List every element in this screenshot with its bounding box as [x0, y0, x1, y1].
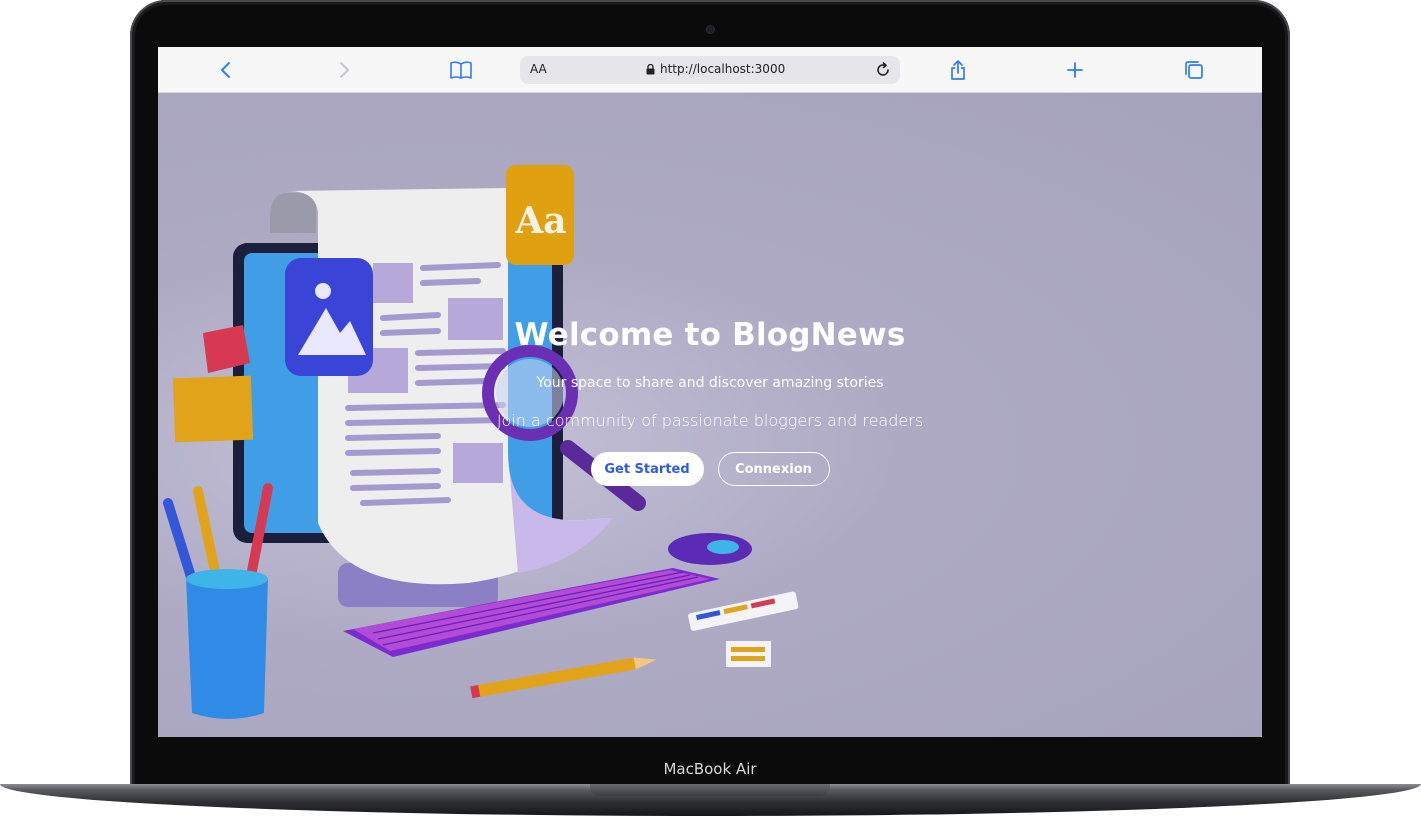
lock-icon — [646, 63, 655, 74]
address-bar[interactable]: AA http://localhost:3000 — [520, 56, 900, 84]
reload-icon — [877, 62, 889, 76]
new-tab-button[interactable] — [1060, 55, 1090, 85]
reload-button[interactable] — [872, 59, 894, 81]
bookmarks-button[interactable] — [446, 55, 476, 85]
chevron-right-icon — [340, 62, 349, 78]
plus-icon — [1067, 62, 1083, 78]
share-icon — [951, 60, 965, 80]
hero-title: Welcome to BlogNews — [514, 317, 906, 353]
laptop-mockup: AA http://localhost:3000 Aa Welcome to B… — [0, 0, 1421, 816]
url-container: http://localhost:3000 — [646, 62, 785, 76]
hero-tagline: Join a community of passionate bloggers … — [496, 411, 924, 430]
book-icon — [450, 61, 472, 79]
browser-screen: AA http://localhost:3000 Aa Welcome to B… — [158, 47, 1262, 737]
device-label: MacBook Air — [663, 760, 757, 778]
connexion-button[interactable]: Connexion — [717, 452, 830, 486]
tabs-icon — [1185, 61, 1203, 79]
laptop-notch — [590, 784, 830, 796]
back-button[interactable] — [211, 55, 241, 85]
get-started-button[interactable]: Get Started — [590, 452, 704, 486]
share-button[interactable] — [943, 55, 973, 85]
url-text: http://localhost:3000 — [660, 62, 786, 76]
hero-subtitle: Your space to share and discover amazing… — [536, 375, 884, 391]
hero-content: Welcome to BlogNews Your space to share … — [458, 317, 962, 486]
tabs-overview-button[interactable] — [1179, 55, 1209, 85]
browser-toolbar: AA http://localhost:3000 — [158, 47, 1262, 93]
chevron-left-icon — [221, 62, 230, 78]
forward-button[interactable] — [329, 55, 359, 85]
cta-buttons: Get Started Connexion — [458, 452, 962, 486]
text-size-button[interactable]: AA — [530, 62, 547, 76]
camera-icon — [707, 26, 714, 33]
hero-section: Aa Welcome to BlogNews Your space to sha… — [158, 93, 1262, 737]
svg-text:Aa: Aa — [514, 200, 566, 242]
